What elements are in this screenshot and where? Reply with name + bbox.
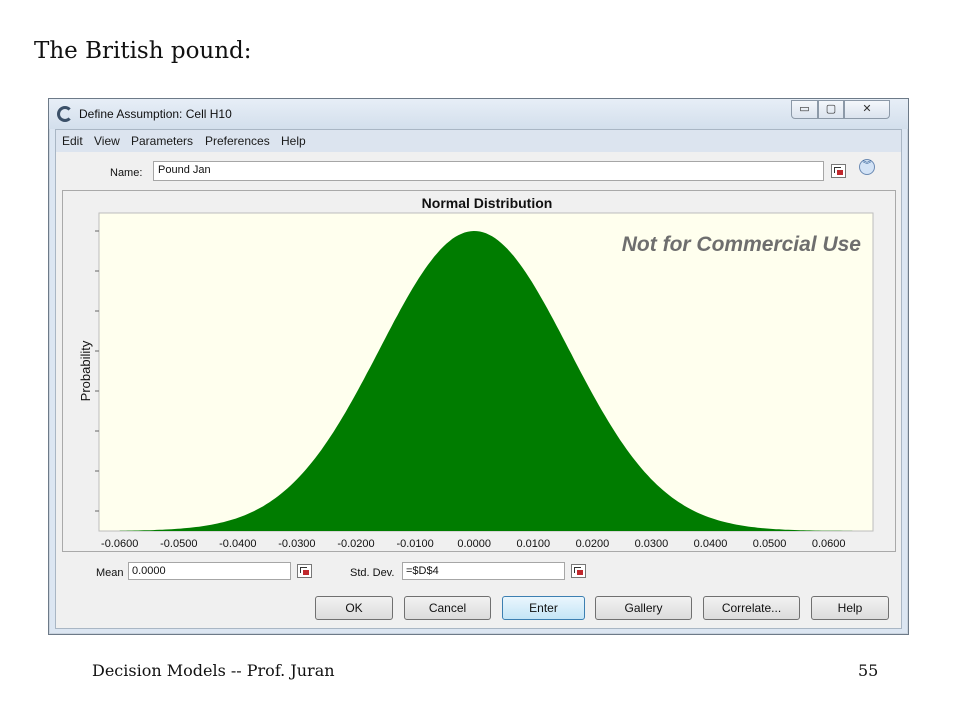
std-dev-input[interactable]: =$D$4	[402, 562, 565, 580]
window-titlebar[interactable]: Define Assumption: Cell H10 ▭ ▢ ✕	[49, 99, 908, 129]
close-button[interactable]: ✕	[844, 100, 890, 119]
x-tick-label: 0.0000	[457, 538, 491, 550]
name-label: Name:	[110, 167, 143, 179]
slide-title: The British pound:	[34, 38, 252, 64]
x-tick-label: 0.0200	[576, 538, 610, 550]
y-axis-label: Probability	[78, 340, 93, 401]
expand-icon[interactable]: ︾	[859, 159, 875, 175]
x-tick-label: 0.0600	[812, 538, 846, 550]
y-axis-ticks	[95, 230, 99, 512]
footer-course: Decision Models -- Prof. Juran	[92, 661, 335, 680]
menu-parameters[interactable]: Parameters	[131, 134, 193, 148]
chart-title: Normal Distribution	[422, 195, 553, 211]
x-tick-label: -0.0600	[101, 538, 138, 550]
std-dev-label: Std. Dev.	[350, 567, 395, 579]
x-tick-label: -0.0200	[337, 538, 374, 550]
window-title: Define Assumption: Cell H10	[79, 107, 232, 121]
distribution-chart: Normal Distribution Probability Not for …	[78, 195, 874, 550]
x-tick-label: -0.0100	[396, 538, 433, 550]
x-tick-label: 0.0400	[694, 538, 728, 550]
page-number: 55	[858, 661, 879, 680]
define-assumption-window: Define Assumption: Cell H10 ▭ ▢ ✕ Edit V…	[48, 98, 909, 635]
mean-input[interactable]: 0.0000	[128, 562, 291, 580]
x-tick-label: 0.0500	[753, 538, 787, 550]
x-tick-label: -0.0400	[219, 538, 256, 550]
x-axis-ticks: -0.0600 -0.0500 -0.0400 -0.0300 -0.0200 -0.01…	[101, 538, 845, 550]
mean-label: Mean	[96, 567, 124, 579]
name-input[interactable]: Pound Jan	[153, 161, 824, 181]
mean-cell-reference-icon[interactable]	[297, 564, 312, 578]
minimize-button[interactable]: ▭	[791, 100, 818, 119]
maximize-button[interactable]: ▢	[818, 100, 844, 119]
ok-button[interactable]: OK	[315, 596, 393, 620]
dialog-client-area: Edit View Parameters Preferences Help Na…	[55, 129, 902, 629]
gallery-button[interactable]: Gallery	[595, 596, 692, 620]
x-tick-label: 0.0300	[635, 538, 669, 550]
menu-edit[interactable]: Edit	[62, 134, 83, 148]
std-dev-cell-reference-icon[interactable]	[571, 564, 586, 578]
menu-bar: Edit View Parameters Preferences Help	[56, 130, 901, 152]
menu-help[interactable]: Help	[281, 134, 306, 148]
x-tick-label: 0.0100	[516, 538, 550, 550]
enter-button[interactable]: Enter	[502, 596, 585, 620]
cancel-button[interactable]: Cancel	[404, 596, 491, 620]
watermark: Not for Commercial Use	[622, 233, 862, 256]
chart-panel: Normal Distribution Probability Not for …	[62, 190, 896, 552]
x-tick-label: -0.0300	[278, 538, 315, 550]
app-icon	[57, 106, 73, 122]
menu-view[interactable]: View	[94, 134, 120, 148]
menu-preferences[interactable]: Preferences	[205, 134, 270, 148]
correlate-button[interactable]: Correlate...	[703, 596, 800, 620]
x-tick-label: -0.0500	[160, 538, 197, 550]
help-button[interactable]: Help	[811, 596, 889, 620]
name-cell-reference-icon[interactable]	[831, 164, 846, 178]
